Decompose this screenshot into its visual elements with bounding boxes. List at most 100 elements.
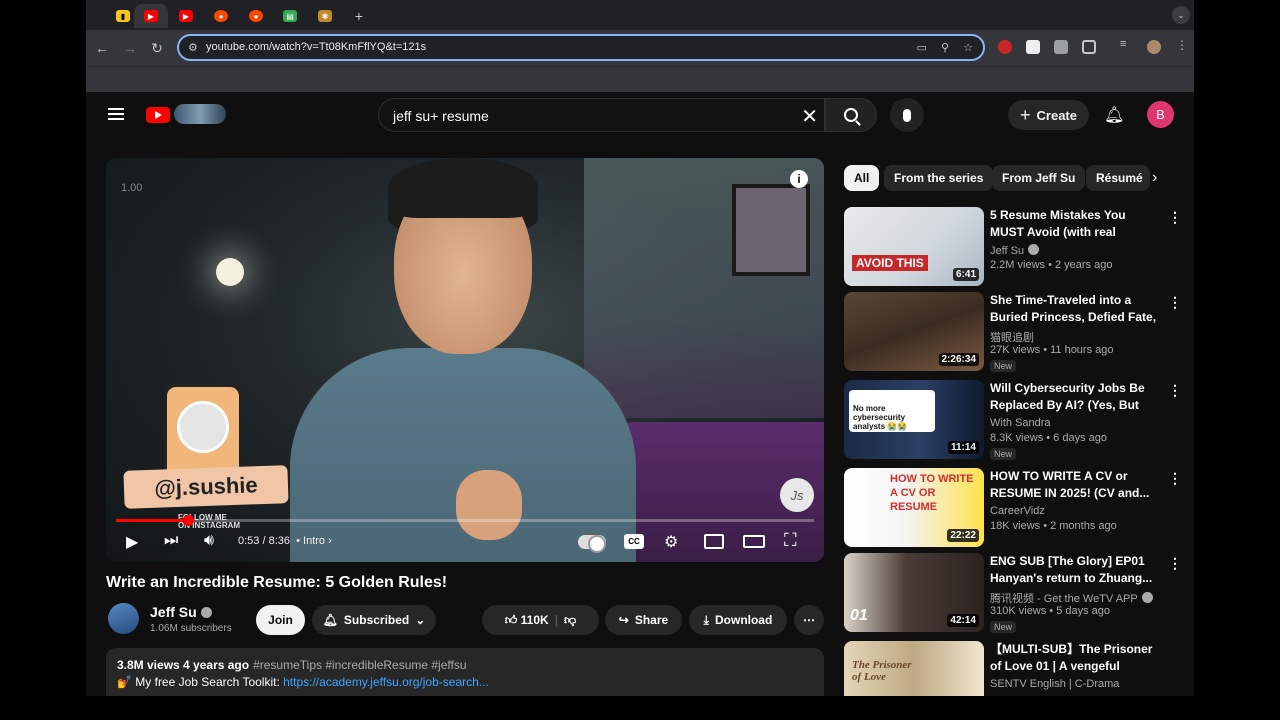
like-button[interactable]: 👍︎ 110K xyxy=(505,613,549,628)
video-duration: 6:41 xyxy=(952,268,979,281)
address-bar[interactable]: ⚙ youtube.com/watch?v=Tt08KmFflYQ&t=121s… xyxy=(177,34,985,61)
video-title[interactable]: 【MULTI-SUB】The Prisoner of Love 01 | A v… xyxy=(990,641,1162,675)
chevron-right-icon[interactable]: › xyxy=(1152,169,1157,187)
description-box[interactable]: 3.8M views 4 years ago #resumeTips #incre… xyxy=(106,648,824,696)
browser-menu-icon[interactable]: ⋮ xyxy=(1176,38,1190,52)
youtube-doodle[interactable] xyxy=(174,104,226,124)
tab-youtube-active[interactable]: ▶ xyxy=(134,4,168,28)
extension-camera-icon[interactable] xyxy=(1054,40,1068,54)
video-title[interactable]: ENG SUB [The Glory] EP01 Hanyan's return… xyxy=(990,553,1162,587)
video-title[interactable]: 5 Resume Mistakes You MUST Avoid (with r… xyxy=(990,207,1162,241)
recommendation-item[interactable]: The Prisoner of Love 【MULTI-SUB】The Pris… xyxy=(844,641,1174,696)
fullscreen-icon[interactable]: ⛶ xyxy=(784,530,797,551)
extensions-puzzle-icon[interactable] xyxy=(1082,40,1096,54)
extension-reader-icon[interactable] xyxy=(1026,40,1040,54)
recommendation-item[interactable]: HOW TO WRITE A CV OR RESUME 22:22 HOW TO… xyxy=(844,468,1182,548)
cast-icon[interactable]: ▭ xyxy=(917,41,927,54)
channel-name[interactable]: Jeff Su xyxy=(150,604,212,620)
chapter-chevron-icon[interactable]: › xyxy=(328,535,332,547)
chip-all[interactable]: All xyxy=(844,165,880,191)
channel-watermark[interactable]: Js xyxy=(780,478,814,512)
autoplay-toggle[interactable] xyxy=(578,535,606,553)
more-vertical-icon[interactable]: ⋮ xyxy=(1168,294,1182,311)
video-title[interactable]: HOW TO WRITE A CV or RESUME IN 2025! (CV… xyxy=(990,468,1162,502)
captions-icon[interactable]: CC xyxy=(624,534,644,549)
video-title[interactable]: Will Cybersecurity Jobs Be Replaced By A… xyxy=(990,380,1162,414)
player-controls: ▶ ⏭ 🔊︎ 0:53 / 8:36 • Intro › CC ⚙ ⛶ xyxy=(106,522,824,562)
more-vertical-icon[interactable]: ⋮ xyxy=(1168,470,1182,487)
site-info-icon[interactable]: ⚙ xyxy=(188,41,198,54)
search-input[interactable]: jeff su+ resume ✕ xyxy=(378,98,825,132)
video-thumbnail[interactable]: 01 42:14 xyxy=(844,553,984,632)
tab-sheets[interactable]: ▤ xyxy=(273,4,307,28)
next-video-icon[interactable]: ⏭ xyxy=(164,532,178,550)
subscribed-button[interactable]: 🔔︎ Subscribed ⌄ xyxy=(312,605,436,635)
settings-gear-icon[interactable]: ⚙ xyxy=(664,532,678,552)
hashtags[interactable]: #resumeTips #incredibleResume #jeffsu xyxy=(253,658,466,672)
forward-icon[interactable]: → xyxy=(120,38,140,58)
theater-mode-icon[interactable] xyxy=(743,535,765,548)
more-vertical-icon[interactable]: ⋮ xyxy=(1168,382,1182,399)
youtube-header: jeff su+ resume ✕ + Create 🔔︎ B xyxy=(86,92,1194,138)
share-button[interactable]: ↪ Share xyxy=(605,605,682,635)
video-thumbnail[interactable]: No more cybersecurity analysts 😭😭 11:14 xyxy=(844,380,984,459)
recommendation-item[interactable]: No more cybersecurity analysts 😭😭 11:14 … xyxy=(844,380,1182,460)
more-vertical-icon[interactable]: ⋮ xyxy=(1168,209,1182,226)
extension-youtube-icon[interactable] xyxy=(998,40,1012,54)
recommendation-item[interactable]: 01 42:14 ENG SUB [The Glory] EP01 Hanyan… xyxy=(844,553,1182,633)
clear-search-icon[interactable]: ✕ xyxy=(801,104,818,129)
video-player[interactable]: @j.sushie FOLLOW ME ON INSTAGRAM 1.00 i … xyxy=(106,158,824,562)
hamburger-menu-icon[interactable] xyxy=(108,108,124,120)
miniplayer-icon[interactable] xyxy=(704,534,724,549)
chip-from-the-series[interactable]: From the series xyxy=(884,165,994,191)
play-icon[interactable]: ▶ xyxy=(126,532,138,552)
chip-from-jeff-su[interactable]: From Jeff Su xyxy=(992,165,1086,191)
channel-name[interactable]: 腾讯视频 - Get the WeTV APP xyxy=(990,590,1153,606)
video-title[interactable]: She Time-Traveled into a Buried Princess… xyxy=(990,292,1162,326)
video-thumbnail[interactable]: AVOID THIS 6:41 xyxy=(844,207,984,286)
tab-reddit-2[interactable]: ● xyxy=(239,4,273,28)
tab-extension[interactable]: ✱ xyxy=(308,4,342,28)
dislike-button[interactable]: 👎︎ xyxy=(564,613,576,628)
voice-search-button[interactable] xyxy=(890,98,924,132)
more-vertical-icon[interactable]: ⋮ xyxy=(1168,643,1174,660)
create-button[interactable]: + Create xyxy=(1008,100,1089,130)
video-duration: 2:26:34 xyxy=(938,353,979,366)
youtube-logo-icon[interactable] xyxy=(146,107,170,123)
download-button[interactable]: ⤓ Download xyxy=(689,605,787,635)
description-line: 💅 My free Job Search Toolkit: https://ac… xyxy=(117,675,489,689)
chip-resume[interactable]: Résumé xyxy=(1086,165,1150,191)
more-actions-button[interactable]: ⋯ xyxy=(794,605,824,635)
channel-name[interactable]: Jeff Su xyxy=(990,244,1040,257)
toolkit-link[interactable]: https://academy.jeffsu.org/job-search... xyxy=(283,675,489,689)
channel-name[interactable]: CareerVidz xyxy=(990,505,1045,517)
notifications-bell-icon[interactable]: 🔔︎ xyxy=(1104,105,1124,124)
recommendation-item[interactable]: 2:26:34 She Time-Traveled into a Buried … xyxy=(844,292,1182,372)
channel-name[interactable]: With Sandra xyxy=(990,417,1051,429)
subscriber-count: 1.06M subscribers xyxy=(150,623,232,634)
account-avatar[interactable]: B xyxy=(1147,101,1174,128)
bookmark-star-icon[interactable]: ☆ xyxy=(963,41,973,54)
channel-name[interactable]: 猫眼追剧 xyxy=(990,329,1034,345)
recommendation-item[interactable]: AVOID THIS 6:41 5 Resume Mistakes You MU… xyxy=(844,207,1182,287)
tab-search-icon[interactable]: ⌄ xyxy=(1172,6,1190,24)
channel-name[interactable]: SENTV English | C-Drama xyxy=(990,678,1119,690)
join-button[interactable]: Join xyxy=(256,605,305,635)
tab-reddit-1[interactable]: ● xyxy=(204,4,238,28)
profile-avatar-icon[interactable] xyxy=(1147,40,1161,54)
new-tab-button[interactable]: + xyxy=(342,4,376,28)
search-button[interactable] xyxy=(825,98,877,132)
volume-icon[interactable]: 🔊︎ xyxy=(204,532,214,550)
video-thumbnail[interactable]: HOW TO WRITE A CV OR RESUME 22:22 xyxy=(844,468,984,547)
video-thumbnail[interactable]: The Prisoner of Love xyxy=(844,641,984,696)
more-vertical-icon[interactable]: ⋮ xyxy=(1168,555,1182,572)
channel-avatar[interactable] xyxy=(108,603,139,634)
zoom-icon[interactable]: ⚲ xyxy=(941,41,949,54)
media-controls-icon[interactable]: ≡ xyxy=(1120,38,1134,52)
back-icon[interactable]: ← xyxy=(92,38,112,58)
video-thumbnail[interactable]: 2:26:34 xyxy=(844,292,984,371)
reload-icon[interactable]: ↻ xyxy=(147,38,167,58)
info-card-icon[interactable]: i xyxy=(790,170,808,188)
tab-youtube-2[interactable]: ▶ xyxy=(169,4,203,28)
chapter-title[interactable]: • Intro xyxy=(296,535,325,547)
